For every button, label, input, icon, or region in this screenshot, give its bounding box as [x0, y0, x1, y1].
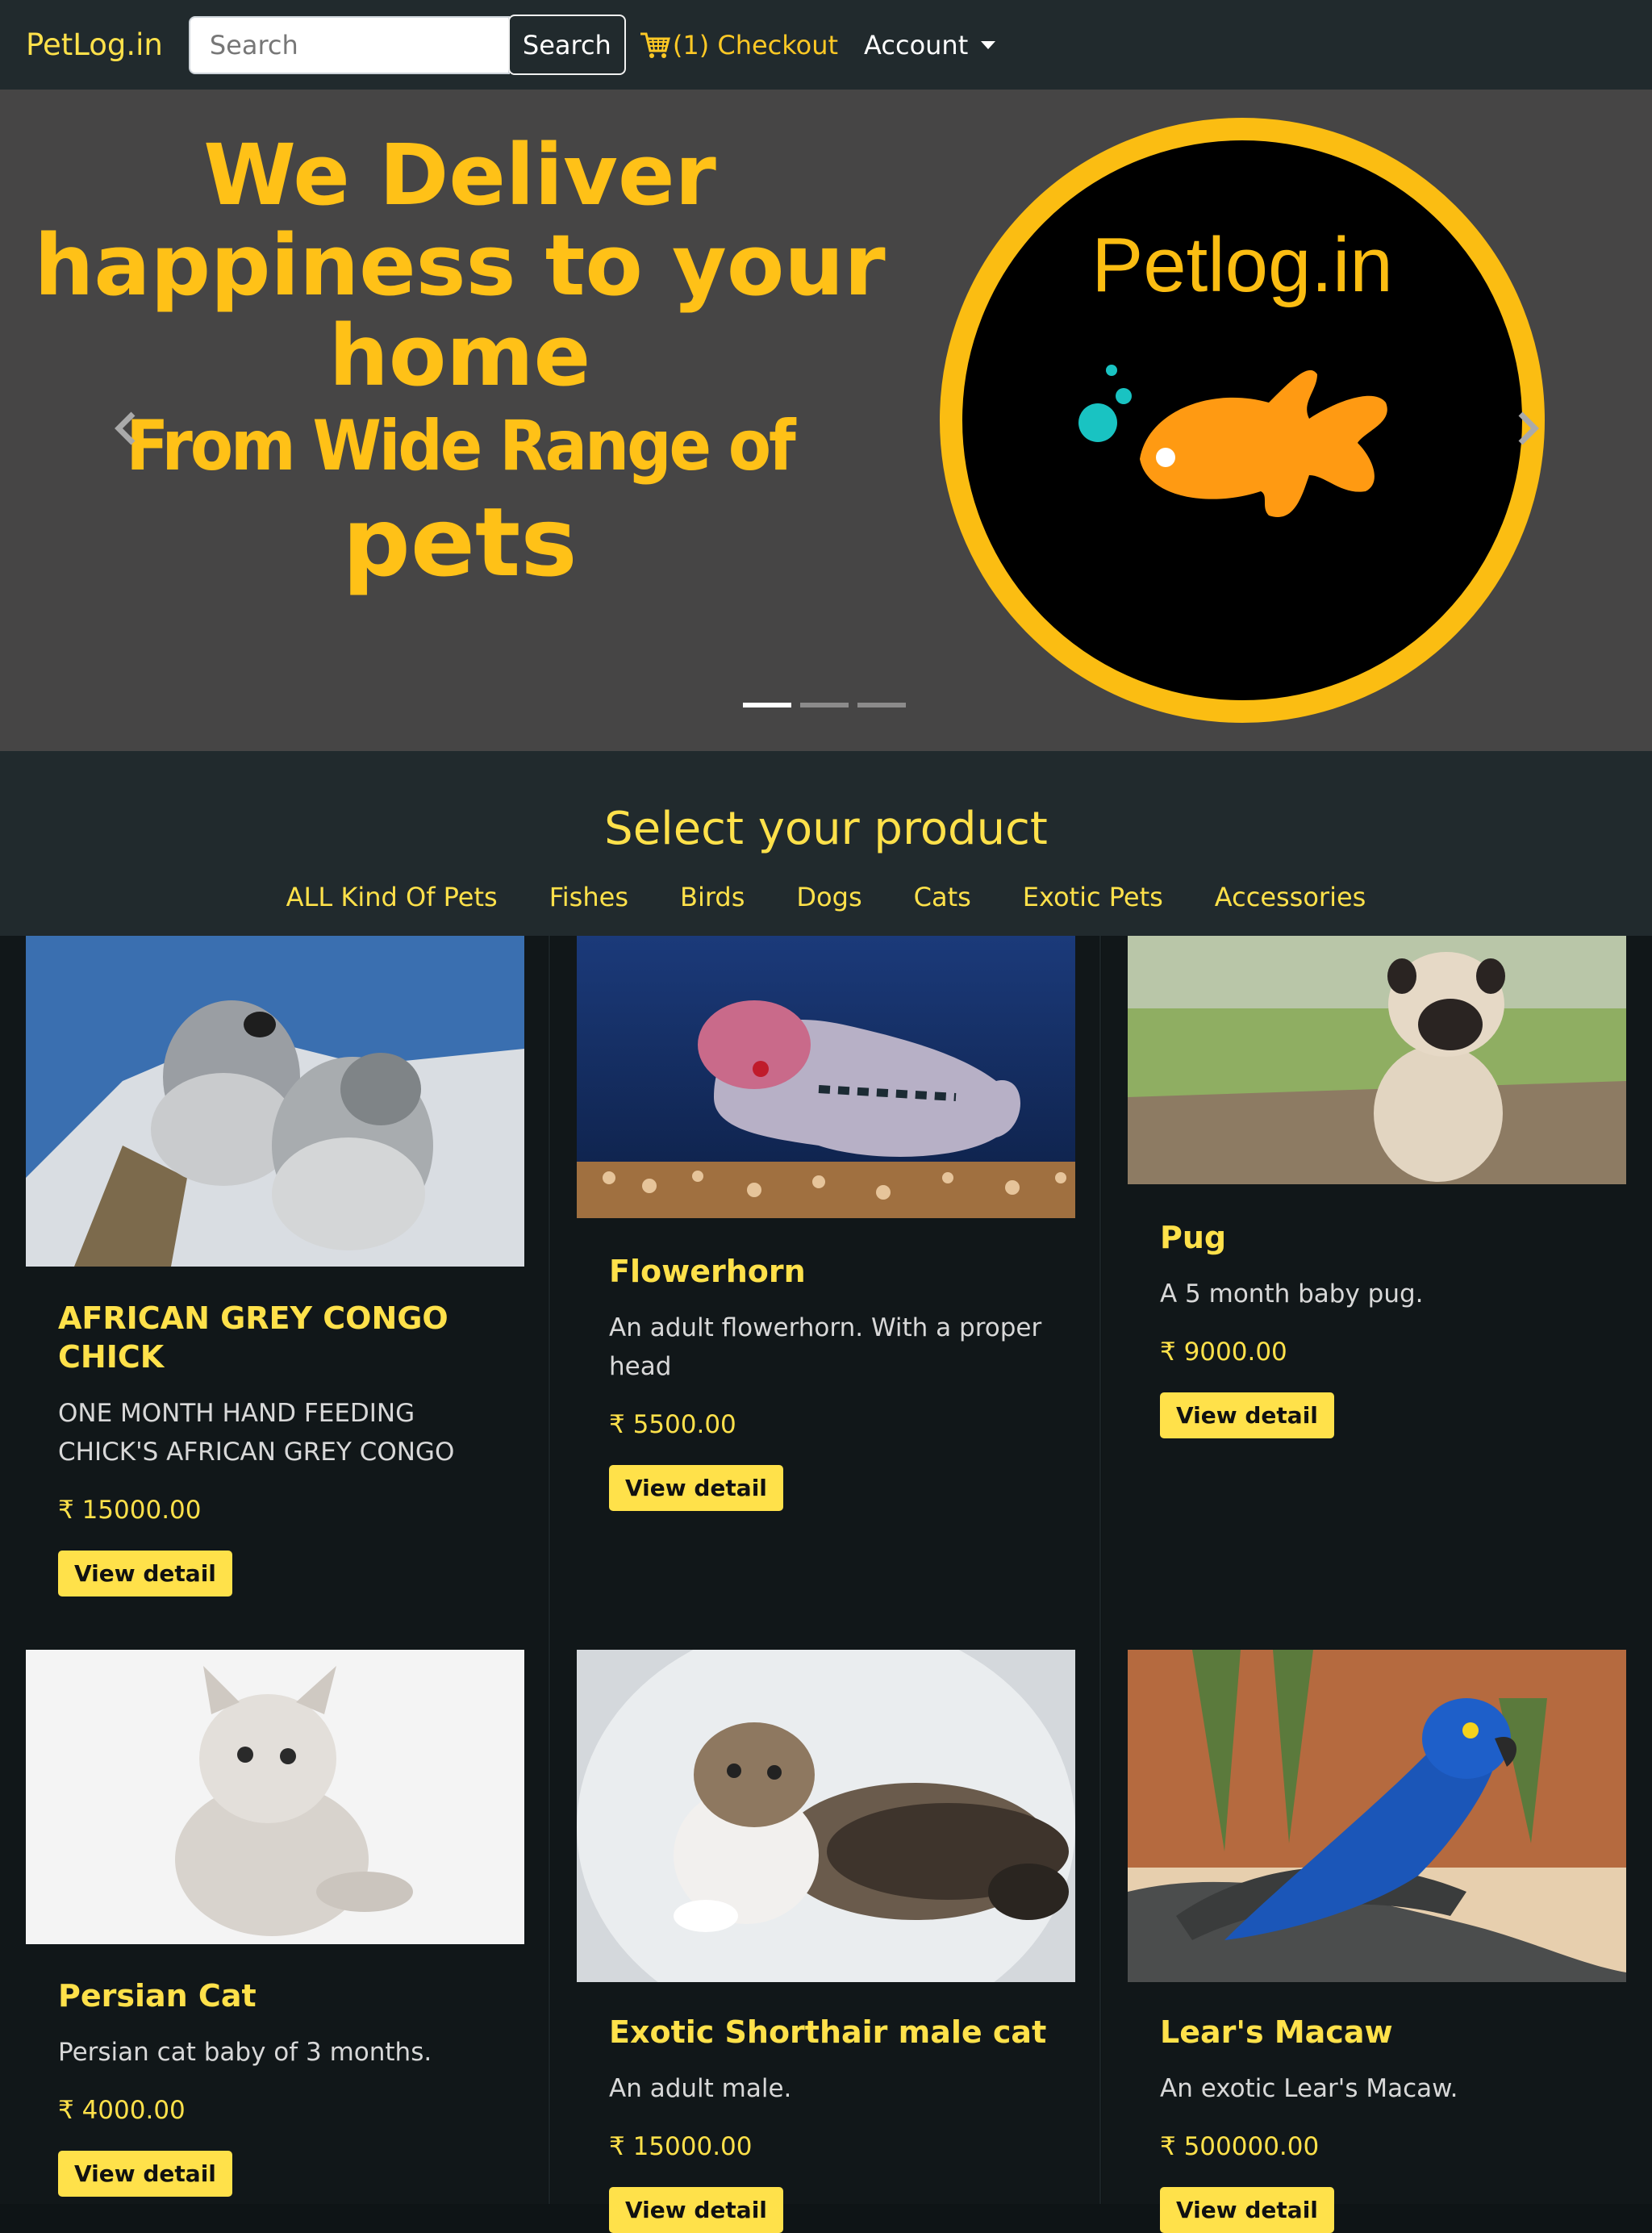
product-title[interactable]: Pug — [1160, 1218, 1612, 1257]
pug-image[interactable] — [1128, 936, 1626, 1184]
product-price: ₹ 5500.00 — [609, 1410, 736, 1439]
navbar: PetLog.in Search (1) Checkout Account — [0, 0, 1652, 90]
hero-line-3: home — [328, 307, 591, 405]
brand-link[interactable]: PetLog.in — [26, 27, 163, 62]
account-dropdown[interactable]: Account — [864, 29, 996, 61]
search-input[interactable] — [188, 15, 510, 74]
category-dogs[interactable]: Dogs — [770, 882, 887, 912]
product-price: ₹ 9000.00 — [1160, 1338, 1287, 1367]
product-description: An adult male. — [609, 2074, 792, 2103]
caret-down-icon — [981, 40, 996, 49]
persian-cat-image[interactable] — [26, 1650, 524, 1944]
product-price: ₹ 500000.00 — [1160, 2132, 1320, 2161]
checkout-label: (1) Checkout — [672, 29, 839, 61]
category-accessories[interactable]: Accessories — [1189, 882, 1392, 912]
hero-line-4b: pets — [342, 486, 578, 598]
view-detail-button[interactable]: View detail — [609, 1465, 783, 1511]
product-card-body: AFRICAN GREY CONGO CHICK ONE MONTH HAND … — [58, 1299, 510, 1596]
product-card-body: Exotic Shorthair male cat An adult male.… — [609, 2013, 1061, 2233]
hero-banner-text: We Deliver happiness to your home From W… — [32, 130, 887, 598]
product-card: Exotic Shorthair male cat An adult male.… — [551, 1650, 1101, 2233]
product-description: A 5 month baby pug. — [1160, 1279, 1424, 1308]
product-title[interactable]: Exotic Shorthair male cat — [609, 2013, 1061, 2051]
category-fishes[interactable]: Fishes — [524, 882, 654, 912]
category-all[interactable]: ALL Kind Of Pets — [261, 882, 524, 912]
product-description: An exotic Lear's Macaw. — [1160, 2074, 1458, 2103]
product-price: ₹ 15000.00 — [609, 2132, 753, 2161]
product-card: Pug A 5 month baby pug. ₹ 9000.00 View d… — [1102, 936, 1652, 1650]
flowerhorn-image[interactable] — [577, 936, 1075, 1218]
view-detail-button[interactable]: View detail — [1160, 2187, 1334, 2233]
carousel-next-icon[interactable] — [1504, 396, 1553, 461]
hero-line-4a: From Wide Range of — [126, 406, 795, 486]
african-grey-chick-image[interactable] — [26, 936, 524, 1267]
carousel-indicator-1[interactable] — [743, 703, 791, 707]
product-title[interactable]: Persian Cat — [58, 1976, 510, 2015]
exotic-shorthair-cat-image[interactable] — [577, 1650, 1075, 1982]
product-price: ₹ 4000.00 — [58, 2096, 186, 2125]
goldfish-icon — [1078, 365, 1387, 517]
account-label: Account — [864, 29, 969, 61]
category-birds[interactable]: Birds — [654, 882, 770, 912]
product-description: An adult flowerhorn. With a proper head — [609, 1313, 1042, 1381]
product-card: Lear's Macaw An exotic Lear's Macaw. ₹ 5… — [1102, 1650, 1652, 2233]
product-description: ONE MONTH HAND FEEDING CHICK'S AFRICAN G… — [58, 1399, 455, 1467]
petlog-logo: Petlog.in — [940, 118, 1545, 723]
product-card: Persian Cat Persian cat baby of 3 months… — [0, 1650, 550, 2204]
carousel-indicator-2[interactable] — [800, 703, 849, 707]
product-card-body: Pug A 5 month baby pug. ₹ 9000.00 View d… — [1160, 1218, 1612, 1438]
product-card-body: Lear's Macaw An exotic Lear's Macaw. ₹ 5… — [1160, 2013, 1612, 2233]
hero-carousel: We Deliver happiness to your home From W… — [0, 90, 1652, 751]
product-card-body: Persian Cat Persian cat baby of 3 months… — [58, 1976, 510, 2197]
product-card: AFRICAN GREY CONGO CHICK ONE MONTH HAND … — [0, 936, 550, 1650]
view-detail-button[interactable]: View detail — [609, 2187, 783, 2233]
hero-line-2: happiness to your — [34, 216, 886, 315]
hero-line-4: From Wide Range of pets — [32, 406, 887, 598]
search-button[interactable]: Search — [507, 15, 626, 75]
carousel-indicators — [743, 703, 915, 707]
cart-icon — [640, 32, 670, 58]
product-description: Persian cat baby of 3 months. — [58, 2038, 432, 2067]
view-detail-button[interactable]: View detail — [58, 2151, 232, 2197]
carousel-indicator-3[interactable] — [857, 703, 906, 707]
carousel-prev-icon[interactable] — [101, 396, 149, 461]
view-detail-button[interactable]: View detail — [58, 1551, 232, 1596]
product-title[interactable]: Lear's Macaw — [1160, 2013, 1612, 2051]
lears-macaw-image[interactable] — [1128, 1650, 1626, 1982]
checkout-link[interactable]: (1) Checkout — [639, 30, 838, 61]
product-title[interactable]: Flowerhorn — [609, 1252, 1061, 1291]
product-title[interactable]: AFRICAN GREY CONGO CHICK — [58, 1299, 510, 1376]
product-card-body: Flowerhorn An adult flowerhorn. With a p… — [609, 1252, 1061, 1511]
logo-text: Petlog.in — [1091, 222, 1393, 308]
view-detail-button[interactable]: View detail — [1160, 1392, 1334, 1438]
category-cats[interactable]: Cats — [888, 882, 997, 912]
category-exotic-pets[interactable]: Exotic Pets — [997, 882, 1189, 912]
section-title: Select your product — [604, 803, 1048, 855]
hero-line-1: We Deliver — [203, 126, 716, 224]
product-price: ₹ 15000.00 — [58, 1496, 202, 1525]
product-card: Flowerhorn An adult flowerhorn. With a p… — [551, 936, 1101, 1650]
category-nav: ALL Kind Of Pets Fishes Birds Dogs Cats … — [0, 882, 1652, 912]
